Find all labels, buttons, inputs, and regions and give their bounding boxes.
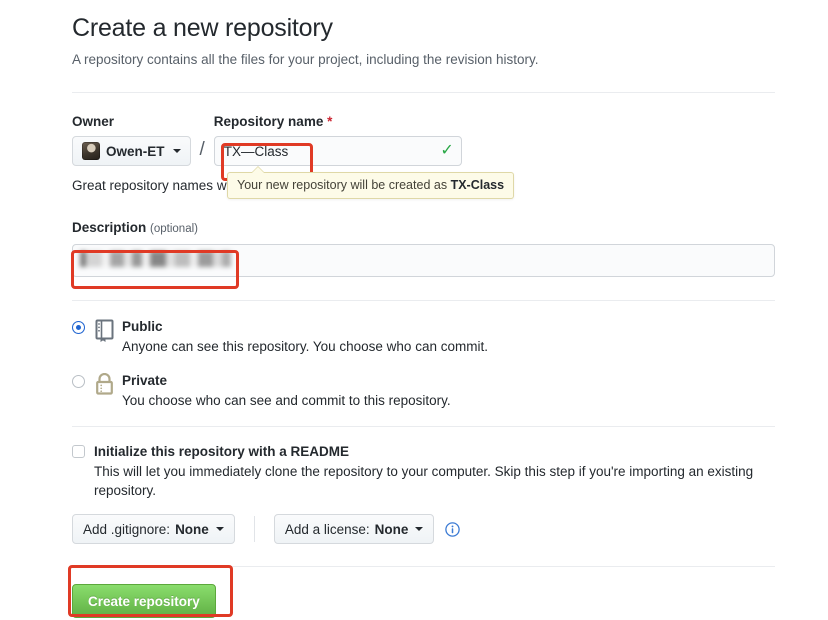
dropdown-divider: [253, 516, 255, 542]
license-select-button[interactable]: Add a license: None: [273, 514, 435, 544]
hint-text-before: Great repository names: [72, 178, 214, 193]
caret-down-icon: [172, 149, 181, 153]
repo-name-label-text: Repository name: [213, 114, 324, 129]
info-circle-icon[interactable]: [445, 521, 461, 537]
owner-select-button[interactable]: Owen-ET: [72, 136, 191, 166]
visibility-private-title: Private: [122, 373, 168, 388]
description-field: Description (optional): [72, 219, 775, 277]
repo-name-input-wrap: ✓: [213, 136, 462, 166]
lock-icon: [94, 372, 120, 402]
page-title: Create a new repository: [72, 14, 333, 42]
gitignore-select-button[interactable]: Add .gitignore: None: [72, 514, 235, 544]
visibility-public-desc: Anyone can see this repository. You choo…: [122, 339, 488, 354]
readme-header-row[interactable]: Initialize this repository with a README: [72, 442, 775, 461]
caret-down-icon: [215, 527, 224, 531]
license-value: None: [374, 521, 409, 537]
radio-private[interactable]: [72, 375, 85, 388]
visibility-public-title: Public: [122, 319, 163, 334]
visibility-section: Public Anyone can see this repository. Y…: [72, 318, 775, 410]
repo-name-hint: Great repository names w about effective…: [72, 166, 775, 199]
visibility-private-body: Private You choose who can see and commi…: [122, 372, 451, 410]
page-subtitle: A repository contains all the files for …: [72, 52, 539, 67]
owner-name-row: Owner Owen-ET / Repository name * ✓: [72, 113, 775, 166]
visibility-private-desc: You choose who can see and commit to thi…: [122, 393, 451, 408]
description-label: Description (optional): [72, 219, 775, 238]
create-repository-page: Create a new repository A repository con…: [0, 0, 828, 620]
tooltip-repo-name: TX-Class: [450, 178, 505, 192]
repo-name-field: Repository name * ✓: [213, 113, 462, 166]
repo-book-icon: [94, 319, 120, 348]
visibility-option-public[interactable]: Public Anyone can see this repository. Y…: [72, 318, 775, 356]
readme-title: Initialize this repository with a README: [94, 444, 350, 459]
description-input[interactable]: [72, 244, 775, 277]
required-marker: *: [327, 114, 333, 129]
template-dropdown-row: Add .gitignore: None Add a license: None: [72, 514, 775, 544]
create-repository-button[interactable]: Create repository: [72, 584, 216, 618]
owner-name: Owen-ET: [106, 143, 165, 159]
repo-name-input[interactable]: [213, 136, 462, 166]
owner-label: Owner: [72, 114, 115, 129]
license-label: Add a license:: [284, 521, 370, 537]
gitignore-label: Add .gitignore:: [83, 521, 171, 537]
description-label-text: Description: [72, 220, 147, 235]
form-container: Create a new repository A repository con…: [72, 0, 775, 618]
visibility-option-private[interactable]: Private You choose who can see and commi…: [72, 372, 775, 410]
description-optional-text: (optional): [150, 223, 198, 235]
owner-field: Owner Owen-ET: [72, 113, 191, 166]
repo-name-label: Repository name *: [214, 113, 462, 130]
divider-header: [72, 92, 775, 93]
submit-row: Create repository: [72, 584, 775, 618]
path-separator: /: [199, 139, 205, 160]
tooltip-prefix: Your new repository will be created as: [237, 178, 448, 192]
divider-description: [72, 300, 775, 301]
user-avatar-image: [82, 142, 100, 160]
gitignore-value: None: [175, 521, 209, 537]
visibility-public-body: Public Anyone can see this repository. Y…: [122, 318, 488, 356]
readme-section: Initialize this repository with a README…: [72, 442, 775, 544]
repo-name-tooltip: Your new repository will be created as T…: [227, 166, 515, 199]
divider-visibility: [72, 426, 775, 427]
divider-submit: [72, 566, 775, 567]
checkbox-initialize-readme[interactable]: [72, 445, 85, 458]
radio-public[interactable]: [72, 321, 85, 334]
readme-description: This will let you immediately clone the …: [94, 464, 754, 498]
redacted-description-text: [80, 251, 231, 267]
caret-down-icon: [415, 527, 424, 531]
